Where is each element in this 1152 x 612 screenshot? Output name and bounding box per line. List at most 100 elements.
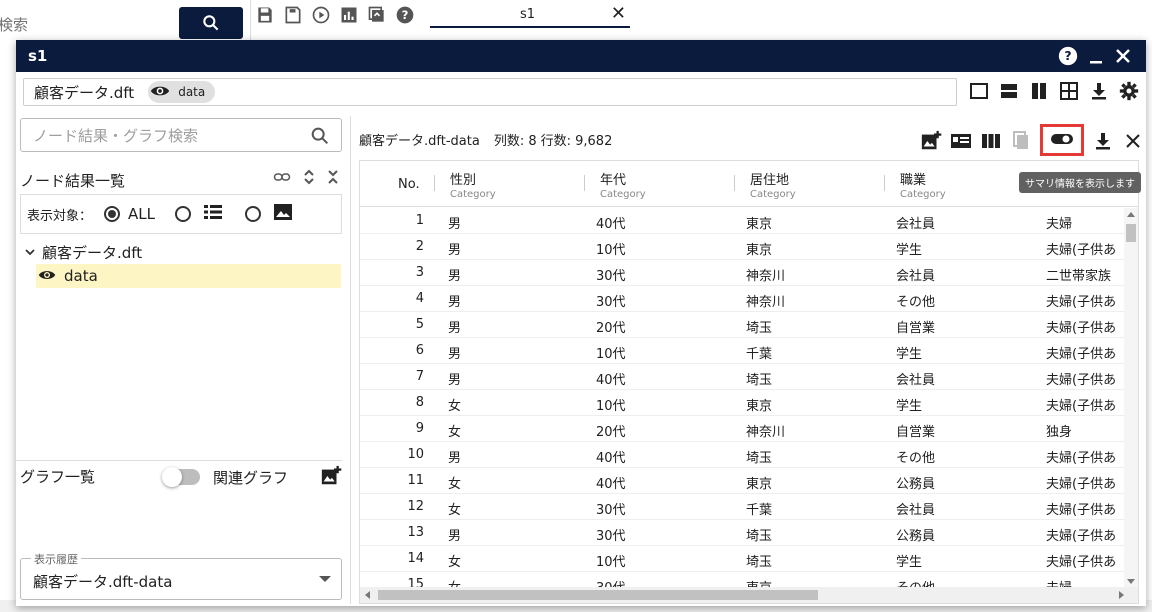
- background-tab[interactable]: s1 ✕: [430, 4, 630, 28]
- horizontal-scrollbar[interactable]: [360, 587, 1138, 603]
- column-header-occupation[interactable]: 職業 Category: [886, 169, 946, 200]
- table-cell: 神奈川: [746, 295, 786, 310]
- filter-radio-table[interactable]: [175, 206, 191, 222]
- help-icon[interactable]: ?: [394, 4, 416, 26]
- background-search-button[interactable]: [179, 7, 243, 39]
- chevron-down-icon[interactable]: [24, 244, 36, 262]
- scroll-thumb[interactable]: [378, 590, 818, 600]
- table-row[interactable]: 3 男 30代 神奈川 会社員 二世帯家族: [360, 260, 1126, 286]
- data-chip[interactable]: data: [148, 81, 216, 103]
- table-row[interactable]: 6 男 10代 千葉 学生 夫婦(子供あ: [360, 338, 1126, 364]
- copy-icon: [1010, 130, 1032, 152]
- display-history-select[interactable]: 表示履歴 顧客データ.dft-data: [20, 551, 342, 600]
- table-row[interactable]: 1 男 40代 東京 会社員 夫婦: [360, 208, 1126, 234]
- settings-icon[interactable]: [1118, 80, 1140, 102]
- column-header-residence[interactable]: 居住地 Category: [736, 169, 796, 200]
- table-cell: 学生: [896, 399, 923, 414]
- add-graph-icon[interactable]: [320, 465, 342, 491]
- table-row[interactable]: 4 男 30代 神奈川 その他 夫婦(子供あ: [360, 286, 1126, 312]
- data-table: No. 性別 Category 年代 Category 居住地 Category: [359, 160, 1139, 604]
- table-cell: 夫婦(子供あ: [1046, 295, 1117, 310]
- filter-radio-all[interactable]: [104, 206, 121, 222]
- link-icon[interactable]: [272, 168, 292, 190]
- card-view-icon[interactable]: [950, 130, 972, 152]
- minimize-icon[interactable]: [1088, 46, 1104, 70]
- help-icon[interactable]: ?: [1058, 46, 1078, 70]
- table-cell: 女: [448, 477, 462, 492]
- node-search-box: [20, 118, 342, 152]
- expand-all-icon[interactable]: [302, 168, 316, 190]
- download-icon[interactable]: [1088, 80, 1110, 102]
- filter-label: 表示対象：: [27, 208, 93, 224]
- table-row[interactable]: 9 女 20代 神奈川 自営業 独身: [360, 416, 1126, 442]
- column-type: Category: [900, 189, 946, 200]
- filter-radio-image[interactable]: [245, 206, 261, 222]
- tree-child-node[interactable]: data: [36, 264, 341, 288]
- column-type: Category: [750, 189, 796, 200]
- table-cell: 男: [448, 451, 462, 466]
- column-header-gender[interactable]: 性別 Category: [436, 169, 496, 200]
- table-cell: 東京: [746, 243, 773, 258]
- table-cell: 30代: [596, 503, 626, 518]
- table-cell: 40代: [596, 217, 626, 232]
- search-icon[interactable]: [309, 125, 331, 151]
- close-icon[interactable]: [1114, 47, 1132, 69]
- table-cell: 30代: [596, 529, 626, 544]
- table-cell: 女: [448, 425, 462, 440]
- summary-toggle-icon[interactable]: [1050, 131, 1074, 150]
- close-icon[interactable]: ✕: [611, 4, 626, 24]
- eye-icon: [38, 267, 56, 285]
- table-cell: 夫婦(子供あ: [1046, 321, 1117, 336]
- vertical-split-icon[interactable]: [1028, 80, 1050, 102]
- vertical-scrollbar[interactable]: [1124, 208, 1138, 588]
- summary-tooltip: サマリ情報を表示します: [1019, 172, 1141, 193]
- download-icon[interactable]: [1092, 130, 1114, 152]
- summary-toggle-highlight[interactable]: [1040, 124, 1084, 156]
- scroll-thumb[interactable]: [1126, 224, 1136, 242]
- tree-root-node[interactable]: 顧客データ.dft: [24, 242, 142, 263]
- table-row[interactable]: 12 女 30代 千葉 会社員 夫婦(子供あ: [360, 494, 1126, 520]
- play-icon[interactable]: [310, 4, 332, 26]
- table-cell: 4: [415, 291, 424, 306]
- single-view-icon[interactable]: [968, 80, 990, 102]
- table-row[interactable]: 2 男 10代 東京 学生 夫婦(子供あ: [360, 234, 1126, 260]
- table-row[interactable]: 7 男 40代 埼玉 会社員 夫婦(子供あ: [360, 364, 1126, 390]
- table-cell: 30代: [596, 269, 626, 284]
- table-cell: 千葉: [746, 503, 773, 518]
- chart-icon[interactable]: [338, 4, 360, 26]
- table-cell: 夫婦(子供あ: [1046, 399, 1117, 414]
- collapse-all-icon[interactable]: [326, 168, 340, 190]
- column-view-icon[interactable]: [980, 130, 1002, 152]
- scroll-down-icon[interactable]: [1127, 579, 1135, 584]
- horizontal-split-icon[interactable]: [998, 80, 1020, 102]
- table-row[interactable]: 5 男 20代 埼玉 自営業 夫婦(子供あ: [360, 312, 1126, 338]
- add-image-icon[interactable]: [920, 130, 942, 152]
- column-header-no[interactable]: No.: [398, 177, 420, 192]
- table-row[interactable]: 8 女 10代 東京 学生 夫婦(子供あ: [360, 390, 1126, 416]
- related-graph-toggle[interactable]: [162, 467, 200, 487]
- dialog-header[interactable]: s1: [16, 40, 1146, 72]
- save-as-icon[interactable]: [282, 4, 304, 26]
- grid-view-icon[interactable]: [1058, 80, 1080, 102]
- table-row[interactable]: 10 男 40代 埼玉 その他 夫婦(子供あ: [360, 442, 1126, 468]
- table-cell: 自営業: [896, 321, 936, 336]
- column-header-age[interactable]: 年代 Category: [586, 169, 646, 200]
- save-icon[interactable]: [254, 4, 276, 26]
- table-cell: 10代: [596, 243, 626, 258]
- table-cell: 夫婦(子供あ: [1046, 503, 1117, 518]
- table-cell: 男: [448, 269, 462, 284]
- table-row[interactable]: 14 女 10代 埼玉 学生 夫婦(子供あ: [360, 546, 1126, 572]
- background-toolbar-icons: ?: [254, 4, 416, 26]
- scroll-left-icon[interactable]: [365, 591, 370, 599]
- scroll-right-icon[interactable]: [1119, 591, 1124, 599]
- table-cell: その他: [896, 295, 936, 310]
- column-separator: [584, 175, 585, 191]
- close-icon[interactable]: [1122, 130, 1144, 152]
- table-row[interactable]: 13 男 30代 埼玉 公務員 夫婦(子供あ: [360, 520, 1126, 546]
- scroll-up-icon[interactable]: [1127, 212, 1135, 217]
- export-icon[interactable]: [366, 4, 388, 26]
- node-list-title: ノード結果一覧: [20, 172, 126, 190]
- node-search-input[interactable]: [33, 125, 293, 147]
- table-row[interactable]: 11 女 40代 東京 公務員 夫婦(子供あ: [360, 468, 1126, 494]
- svg-text:?: ?: [1064, 48, 1071, 63]
